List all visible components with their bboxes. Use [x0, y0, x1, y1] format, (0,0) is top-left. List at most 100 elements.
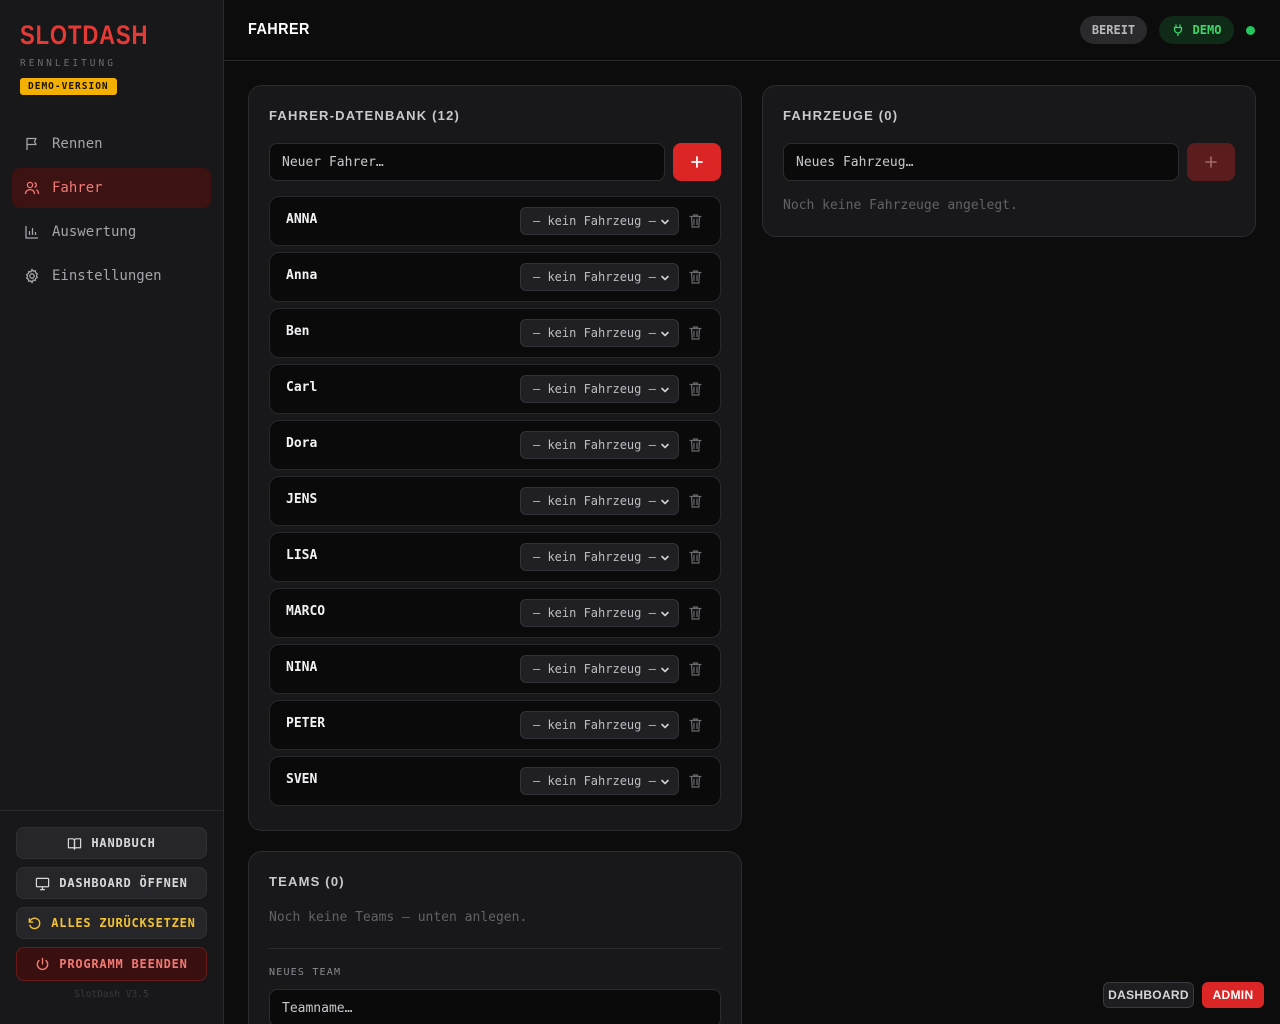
- sidebar-actions: HANDBUCH DASHBOARD ÖFFNEN ALLES ZURÜCKSE…: [0, 810, 223, 1000]
- driver-name: Anna: [286, 268, 318, 283]
- users-icon: [24, 181, 40, 195]
- power-icon: [36, 957, 49, 970]
- team-name-input[interactable]: [269, 989, 721, 1024]
- nav-item-label: Einstellungen: [52, 268, 162, 284]
- driver-row: JENS — kein Fahrzeug —: [269, 476, 721, 526]
- nav-item-label: Fahrer: [52, 180, 103, 196]
- rotate-ccw-icon: [28, 917, 41, 929]
- vehicle-select[interactable]: — kein Fahrzeug —: [520, 711, 679, 739]
- driver-row: MARCO — kein Fahrzeug —: [269, 588, 721, 638]
- vehicle-select-value: — kein Fahrzeug —: [533, 214, 656, 228]
- reset-all-button[interactable]: ALLES ZURÜCKSETZEN: [16, 907, 207, 939]
- page-title: FAHRER: [248, 21, 310, 38]
- new-vehicle-input[interactable]: [783, 143, 1179, 181]
- chevron-down-icon: [661, 387, 669, 393]
- chevron-down-icon: [661, 611, 669, 617]
- vehicle-select-value: — kein Fahrzeug —: [533, 606, 656, 620]
- driver-name: LISA: [286, 548, 318, 563]
- nav-item-fahrer[interactable]: Fahrer: [12, 168, 211, 208]
- vehicle-select[interactable]: — kein Fahrzeug —: [520, 767, 679, 795]
- plus-icon: [1205, 156, 1217, 168]
- trash-icon[interactable]: [688, 325, 703, 341]
- trash-icon[interactable]: [688, 661, 703, 677]
- add-driver-button[interactable]: [673, 143, 721, 181]
- vehicle-select[interactable]: — kein Fahrzeug —: [520, 655, 679, 683]
- vehicle-select-value: — kein Fahrzeug —: [533, 326, 656, 340]
- main-nav: Rennen Fahrer Auswertung Einstellungen: [12, 124, 211, 300]
- trash-icon[interactable]: [688, 493, 703, 509]
- brand-subtitle: RENNLEITUNG: [20, 58, 116, 69]
- driver-row: SVEN — kein Fahrzeug —: [269, 756, 721, 806]
- chevron-down-icon: [661, 443, 669, 449]
- teams-panel: TEAMS (0) Noch keine Teams — unten anleg…: [248, 851, 742, 1024]
- version-label: SlotDash V3.5: [74, 989, 149, 1000]
- chevron-down-icon: [661, 331, 669, 337]
- reset-all-label: ALLES ZURÜCKSETZEN: [51, 916, 196, 930]
- vehicle-select[interactable]: — kein Fahrzeug —: [520, 431, 679, 459]
- quit-program-label: PROGRAMM BEENDEN: [59, 957, 188, 971]
- driver-name: Dora: [286, 436, 318, 451]
- vehicles-empty-message: Noch keine Fahrzeuge angelegt.: [783, 198, 1018, 213]
- vehicle-select-value: — kein Fahrzeug —: [533, 662, 656, 676]
- nav-item-einstellungen[interactable]: Einstellungen: [12, 256, 211, 296]
- driver-row: Carl — kein Fahrzeug —: [269, 364, 721, 414]
- bar-chart-icon: [25, 226, 38, 239]
- trash-icon[interactable]: [688, 269, 703, 285]
- teams-empty-message: Noch keine Teams — unten anlegen.: [269, 910, 528, 925]
- trash-icon[interactable]: [688, 605, 703, 621]
- driver-row: ANNA — kein Fahrzeug —: [269, 196, 721, 246]
- add-vehicle-button[interactable]: [1187, 143, 1235, 181]
- driver-name: NINA: [286, 660, 318, 675]
- drivers-panel: FAHRER-DATENBANK (12) ANNA — kein Fahrzeu…: [248, 85, 742, 831]
- trash-icon[interactable]: [688, 773, 703, 789]
- driver-name: MARCO: [286, 604, 326, 619]
- chevron-down-icon: [661, 723, 669, 729]
- driver-row: PETER — kein Fahrzeug —: [269, 700, 721, 750]
- vehicle-select[interactable]: — kein Fahrzeug —: [520, 319, 679, 347]
- vehicle-select[interactable]: — kein Fahrzeug —: [520, 543, 679, 571]
- trash-icon[interactable]: [688, 437, 703, 453]
- book-open-icon: [68, 837, 82, 850]
- vehicle-select[interactable]: — kein Fahrzeug —: [520, 375, 679, 403]
- driver-row: Anna — kein Fahrzeug —: [269, 252, 721, 302]
- vehicle-select-value: — kein Fahrzeug —: [533, 718, 656, 732]
- status-badge: BEREIT: [1080, 16, 1147, 44]
- view-tab-admin[interactable]: ADMIN: [1202, 982, 1264, 1008]
- open-dashboard-label: DASHBOARD ÖFFNEN: [59, 876, 188, 890]
- manual-button[interactable]: HANDBUCH: [16, 827, 207, 859]
- vehicle-select[interactable]: — kein Fahrzeug —: [520, 599, 679, 627]
- vehicle-select-value: — kein Fahrzeug —: [533, 270, 656, 284]
- chevron-down-icon: [661, 779, 669, 785]
- chevron-down-icon: [661, 219, 669, 225]
- trash-icon[interactable]: [688, 717, 703, 733]
- view-tab-dashboard[interactable]: DASHBOARD: [1103, 982, 1194, 1008]
- trash-icon[interactable]: [688, 381, 703, 397]
- vehicle-select[interactable]: — kein Fahrzeug —: [520, 263, 679, 291]
- chevron-down-icon: [661, 275, 669, 281]
- chevron-down-icon: [661, 499, 669, 505]
- sidebar: SLOTDASH RENNLEITUNG DEMO-VERSION Rennen…: [0, 0, 224, 1024]
- vehicles-panel-title: FAHRZEUGE (0): [783, 108, 899, 123]
- manual-button-label: HANDBUCH: [91, 836, 156, 850]
- vehicle-select-value: — kein Fahrzeug —: [533, 438, 656, 452]
- plus-icon: [691, 156, 703, 168]
- vehicle-select[interactable]: — kein Fahrzeug —: [520, 487, 679, 515]
- nav-item-label: Rennen: [52, 136, 103, 152]
- gear-icon: [25, 268, 39, 284]
- quit-program-button[interactable]: PROGRAMM BEENDEN: [16, 947, 207, 981]
- driver-row: LISA — kein Fahrzeug —: [269, 532, 721, 582]
- new-driver-input[interactable]: [269, 143, 665, 181]
- vehicle-select-value: — kein Fahrzeug —: [533, 382, 656, 396]
- nav-item-rennen[interactable]: Rennen: [12, 124, 211, 164]
- teams-divider: [269, 948, 721, 949]
- vehicle-select[interactable]: — kein Fahrzeug —: [520, 207, 679, 235]
- nav-item-label: Auswertung: [52, 224, 137, 240]
- chevron-down-icon: [661, 667, 669, 673]
- drivers-panel-title: FAHRER-DATENBANK (12): [269, 108, 461, 123]
- trash-icon[interactable]: [688, 549, 703, 565]
- open-dashboard-button[interactable]: DASHBOARD ÖFFNEN: [16, 867, 207, 899]
- nav-item-auswertung[interactable]: Auswertung: [12, 212, 211, 252]
- plug-icon: [1173, 24, 1182, 36]
- trash-icon[interactable]: [688, 213, 703, 229]
- driver-name: SVEN: [286, 772, 318, 787]
